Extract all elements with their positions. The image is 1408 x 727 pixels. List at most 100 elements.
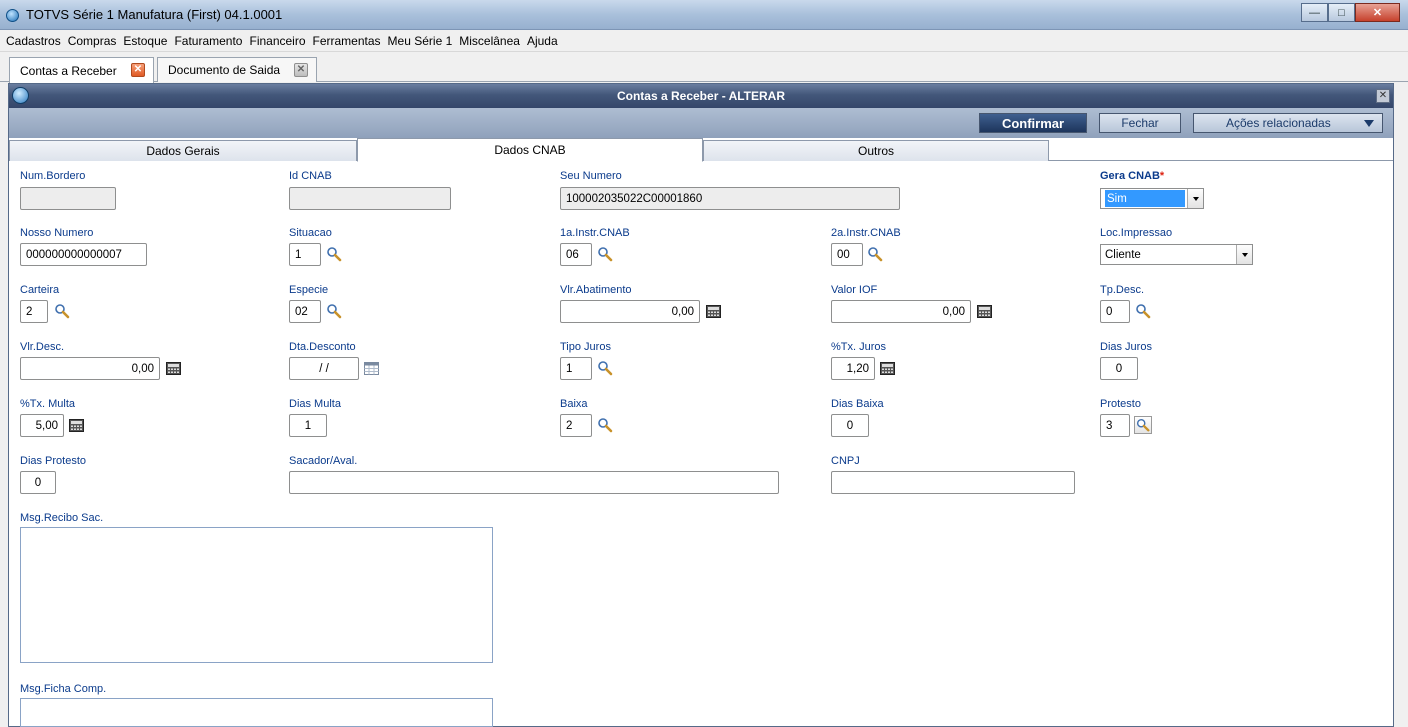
dialog-title: Contas a Receber - ALTERAR	[616, 89, 786, 103]
menu-miscelanea[interactable]: Miscelânea	[459, 34, 520, 48]
situacao-field[interactable]: 1	[289, 243, 321, 266]
menu-estoque[interactable]: Estoque	[123, 34, 167, 48]
instr2-field[interactable]: 00	[831, 243, 863, 266]
required-mark: *	[1159, 170, 1165, 182]
tp-desc-field[interactable]: 0	[1100, 300, 1130, 323]
instr1-field[interactable]: 06	[560, 243, 592, 266]
search-icon[interactable]	[325, 245, 343, 263]
situacao-label: Situacao	[289, 227, 332, 239]
calculator-icon[interactable]	[880, 362, 895, 375]
document-tabs: Contas a Receber ✕ Documento de Saida ✕	[0, 52, 1408, 83]
calculator-icon[interactable]	[977, 305, 992, 318]
search-icon[interactable]	[1134, 302, 1152, 320]
dialog-close-icon[interactable]: ✕	[1376, 89, 1390, 103]
menu-financeiro[interactable]: Financeiro	[249, 34, 305, 48]
dialog-toolbar: Confirmar Fechar Ações relacionadas	[9, 108, 1393, 138]
calendar-icon[interactable]	[364, 362, 379, 375]
search-icon[interactable]	[596, 416, 614, 434]
search-icon[interactable]	[596, 359, 614, 377]
maximize-button[interactable]: □	[1328, 3, 1355, 22]
nosso-numero-field[interactable]: 000000000000007	[20, 243, 147, 266]
doc-tab-documento-de-saida[interactable]: Documento de Saida ✕	[157, 57, 317, 82]
search-icon[interactable]	[596, 245, 614, 263]
calculator-icon[interactable]	[69, 419, 84, 432]
dropdown-arrow-icon[interactable]	[1236, 245, 1252, 264]
cnpj-field[interactable]	[831, 471, 1075, 494]
num-bordero-label: Num.Bordero	[20, 170, 86, 182]
confirm-button[interactable]: Confirmar	[979, 113, 1087, 133]
search-icon[interactable]	[325, 302, 343, 320]
especie-field[interactable]: 02	[289, 300, 321, 323]
app-icon	[6, 9, 19, 22]
dias-multa-field[interactable]: 1	[289, 414, 327, 437]
loc-impressao-value: Cliente	[1105, 248, 1141, 261]
gera-cnab-label: Gera CNAB*	[1100, 170, 1164, 182]
window-titlebar: TOTVS Série 1 Manufatura (First) 04.1.00…	[0, 0, 1408, 30]
carteira-label: Carteira	[20, 284, 60, 296]
menu-compras[interactable]: Compras	[68, 34, 117, 48]
carteira-field[interactable]: 2	[20, 300, 48, 323]
sacador-field[interactable]	[289, 471, 779, 494]
dta-desconto-field[interactable]: / /	[289, 357, 359, 380]
tab-dados-gerais[interactable]: Dados Gerais	[9, 140, 357, 161]
tp-desc-label: Tp.Desc.	[1100, 284, 1145, 296]
search-icon[interactable]	[1134, 416, 1152, 434]
vlr-desc-field[interactable]: 0,00	[20, 357, 160, 380]
seu-numero-label: Seu Numero	[560, 170, 622, 182]
instr1-label: 1a.Instr.CNAB	[560, 227, 630, 239]
protesto-field[interactable]: 3	[1100, 414, 1130, 437]
tipo-juros-field[interactable]: 1	[560, 357, 592, 380]
num-bordero-field[interactable]	[20, 187, 116, 210]
msg-ficha-label: Msg.Ficha Comp.	[20, 683, 107, 695]
close-button[interactable]: Fechar	[1099, 113, 1181, 133]
tab-outros[interactable]: Outros	[703, 140, 1049, 161]
gera-cnab-value: Sim	[1105, 190, 1185, 207]
baixa-label: Baixa	[560, 398, 588, 410]
related-actions-button[interactable]: Ações relacionadas	[1193, 113, 1383, 133]
vlr-abatimento-label: Vlr.Abatimento	[560, 284, 632, 296]
dialog-header: Contas a Receber - ALTERAR ✕	[9, 84, 1393, 108]
gera-cnab-select[interactable]: Sim	[1100, 188, 1204, 209]
minimize-button[interactable]: —	[1301, 3, 1328, 22]
baixa-field[interactable]: 2	[560, 414, 592, 437]
calculator-icon[interactable]	[166, 362, 181, 375]
dias-baixa-field[interactable]: 0	[831, 414, 869, 437]
id-cnab-field[interactable]	[289, 187, 451, 210]
vlr-abatimento-field[interactable]: 0,00	[560, 300, 700, 323]
doc-tab-contas-a-receber[interactable]: Contas a Receber ✕	[9, 57, 154, 83]
dias-juros-field[interactable]: 0	[1100, 357, 1138, 380]
tx-multa-field[interactable]: 5,00	[20, 414, 64, 437]
search-icon[interactable]	[53, 302, 71, 320]
close-window-button[interactable]: ✕	[1355, 3, 1400, 22]
valor-iof-label: Valor IOF	[831, 284, 878, 296]
dias-baixa-label: Dias Baixa	[831, 398, 884, 410]
menu-ferramentas[interactable]: Ferramentas	[313, 34, 381, 48]
vlr-desc-label: Vlr.Desc.	[20, 341, 65, 353]
tx-juros-field[interactable]: 1,20	[831, 357, 875, 380]
chevron-down-icon	[1364, 120, 1374, 127]
close-tab-icon[interactable]: ✕	[294, 63, 308, 77]
calculator-icon[interactable]	[706, 305, 721, 318]
menu-faturamento[interactable]: Faturamento	[174, 34, 242, 48]
close-tab-icon[interactable]: ✕	[131, 63, 145, 77]
tx-multa-label: %Tx. Multa	[20, 398, 76, 410]
protesto-label: Protesto	[1100, 398, 1141, 410]
valor-iof-field[interactable]: 0,00	[831, 300, 971, 323]
menu-bar: Cadastros Compras Estoque Faturamento Fi…	[0, 30, 1408, 52]
seu-numero-field[interactable]: 100002035022C00001860	[560, 187, 900, 210]
msg-ficha-textarea[interactable]	[20, 698, 493, 727]
msg-recibo-textarea[interactable]	[20, 527, 493, 663]
doc-tab-label: Documento de Saida	[168, 63, 281, 77]
menu-cadastros[interactable]: Cadastros	[6, 34, 61, 48]
window-controls: — □ ✕	[1301, 3, 1400, 22]
search-icon[interactable]	[866, 245, 884, 263]
doc-tab-label: Contas a Receber	[20, 63, 117, 78]
tab-dados-cnab[interactable]: Dados CNAB	[357, 138, 703, 162]
window-title: TOTVS Série 1 Manufatura (First) 04.1.00…	[26, 7, 283, 22]
dias-protesto-field[interactable]: 0	[20, 471, 56, 494]
menu-meu-serie-1[interactable]: Meu Série 1	[388, 34, 453, 48]
loc-impressao-select[interactable]: Cliente	[1100, 244, 1253, 265]
dropdown-arrow-icon[interactable]	[1187, 189, 1203, 208]
dias-juros-label: Dias Juros	[1100, 341, 1152, 353]
menu-ajuda[interactable]: Ajuda	[527, 34, 558, 48]
